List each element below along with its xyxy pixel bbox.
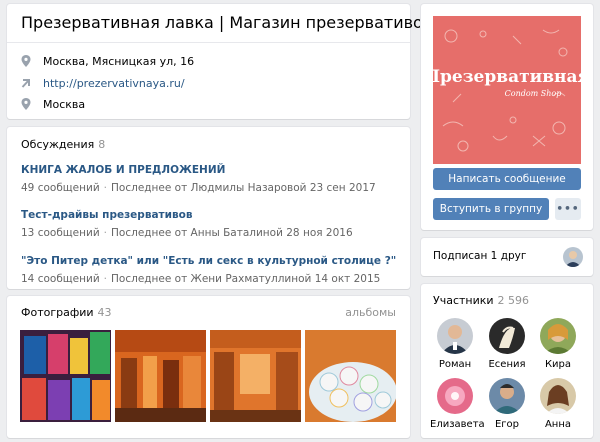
photo-thumbnail[interactable] <box>305 330 396 422</box>
friends-card[interactable]: Подписан 1 друг <box>421 238 593 276</box>
address-text: Москва, Мясницкая ул, 16 <box>43 54 195 68</box>
avatar <box>540 318 576 354</box>
albums-link[interactable]: альбомы <box>345 306 396 319</box>
discussions-card: Обсуждения 8 КНИГА ЖАЛОБ И ПРЕДЛОЖЕНИЙ 49… <box>7 127 410 289</box>
member-name: Есения <box>488 359 526 370</box>
photo-thumbnail[interactable] <box>210 330 301 422</box>
member-item[interactable]: Есения <box>482 318 532 370</box>
address-row: Москва, Мясницкая ул, 16 <box>21 52 194 70</box>
member-item[interactable]: Анна <box>533 378 583 430</box>
photos-card: Фотографии 43 альбомы <box>7 296 410 438</box>
link-arrow-icon <box>21 77 31 89</box>
photo-thumbnail[interactable] <box>20 330 111 422</box>
more-dots-icon[interactable]: ••• <box>555 198 581 220</box>
members-header[interactable]: Участники 2 596 <box>433 294 529 307</box>
member-item[interactable]: Елизавета <box>430 378 485 430</box>
member-item[interactable]: Кира <box>533 318 583 370</box>
topic-title[interactable]: Тест-драйвы презервативов <box>21 209 396 221</box>
member-item[interactable]: Егор <box>482 378 532 430</box>
avatar <box>540 378 576 414</box>
photos-count: 43 <box>97 306 112 319</box>
topic-item: Тест-драйвы презервативов 13 сообщений · П… <box>21 209 396 239</box>
friends-label: Подписан 1 друг <box>433 250 527 262</box>
topic-posts: 13 сообщений <box>21 227 100 239</box>
send-message-button[interactable]: Написать сообщение <box>433 168 581 190</box>
members-count: 2 596 <box>497 294 530 307</box>
location-pin-icon <box>21 98 31 110</box>
topic-title[interactable]: КНИГА ЖАЛОБ И ПРЕДЛОЖЕНИЙ <box>21 164 396 176</box>
group-avatar[interactable]: Презервативная Condom Shop <box>433 16 581 164</box>
discussions-header[interactable]: Обсуждения 8 <box>21 138 105 151</box>
discussions-label: Обсуждения <box>21 138 95 151</box>
topic-posts: 49 сообщений <box>21 182 100 194</box>
group-header-card: Презервативная лавка | Магазин презерват… <box>7 4 432 119</box>
map-pin-icon <box>21 55 31 67</box>
member-name: Егор <box>494 419 520 430</box>
avatar-card: Презервативная Condom Shop Написать сооб… <box>421 4 593 230</box>
website-link[interactable]: http://prezervativnaya.ru/ <box>43 77 185 90</box>
avatar <box>489 318 525 354</box>
join-group-button[interactable]: Вступить в группу <box>433 198 549 220</box>
avatar <box>437 378 473 414</box>
topic-title[interactable]: "Это Питер детка" или "Есть ли секс в ку… <box>21 255 396 267</box>
topic-posts: 14 сообщений <box>21 273 100 285</box>
members-label: Участники <box>433 294 494 307</box>
avatar-script-text: Condom Shop <box>505 89 562 98</box>
photos-label: Фотографии <box>21 306 94 319</box>
photos-header[interactable]: Фотографии 43 <box>21 306 112 319</box>
discussions-count: 8 <box>98 138 106 151</box>
members-card: Участники 2 596 Роман Есения Кира Елизаве… <box>421 284 593 438</box>
city-row: Москва <box>21 95 85 113</box>
topic-item: "Это Питер детка" или "Есть ли секс в ку… <box>21 255 397 285</box>
member-name: Елизавета <box>430 419 485 430</box>
friend-avatar[interactable] <box>563 247 583 267</box>
topic-last[interactable]: Последнее от Анны Баталиной 28 ноя 2016 <box>111 227 353 239</box>
city-text: Москва <box>43 97 86 111</box>
member-item[interactable]: Роман <box>430 318 480 370</box>
topic-item: КНИГА ЖАЛОБ И ПРЕДЛОЖЕНИЙ 49 сообщений · П… <box>21 164 396 194</box>
avatar <box>437 318 473 354</box>
group-title: Презервативная лавка | Магазин презерват… <box>21 13 433 32</box>
photo-thumbnail[interactable] <box>115 330 206 422</box>
topic-last[interactable]: Последнее от Людмилы Назаровой 23 сен 20… <box>111 182 376 194</box>
avatar-logo-text: Презервативная <box>433 67 581 87</box>
header-divider <box>7 42 410 43</box>
topic-last[interactable]: Последнее от Жени Рахматуллиной 14 окт 2… <box>111 273 380 285</box>
member-name: Кира <box>544 359 572 370</box>
member-name: Анна <box>544 419 572 430</box>
member-name: Роман <box>438 359 472 370</box>
website-row: http://prezervativnaya.ru/ <box>21 74 185 92</box>
avatar <box>489 378 525 414</box>
